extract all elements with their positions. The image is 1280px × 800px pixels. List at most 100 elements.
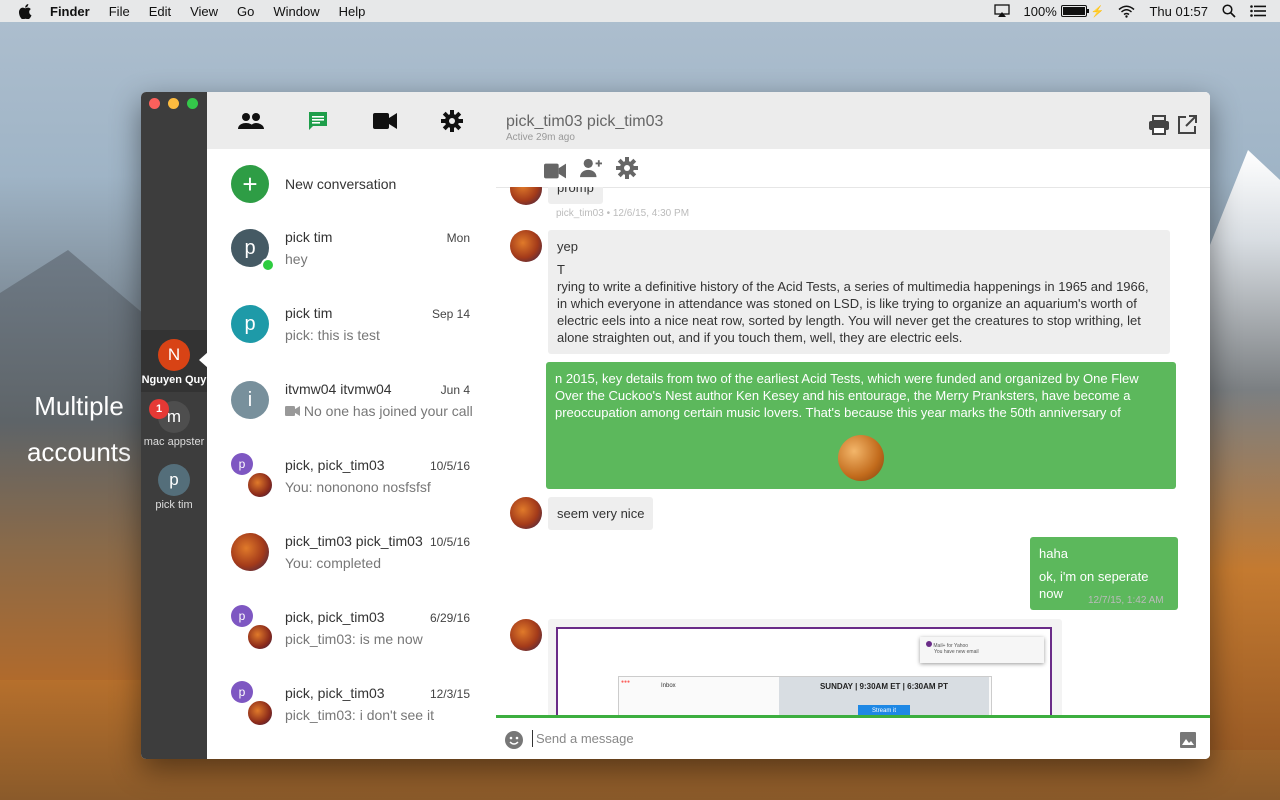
preview-text: No one has joined your call <box>303 403 473 419</box>
avatar-secondary <box>247 472 273 498</box>
menu-view[interactable]: View <box>190 4 218 19</box>
notif-body: You have new email <box>934 649 979 655</box>
sender-avatar <box>510 497 542 529</box>
video-call-icon[interactable] <box>544 160 566 182</box>
screenshot-inbox-label: Inbox <box>661 683 676 689</box>
chat-pane: pick_tim03 pick_tim03 Active 29m ago pro… <box>496 92 1210 759</box>
avatar: p <box>158 464 190 496</box>
conversation-title: pick, pick_tim03 <box>285 457 385 473</box>
conversation-preview: pick_tim03: i don't see it <box>285 707 434 723</box>
add-person-icon[interactable] <box>580 157 602 179</box>
menu-help[interactable]: Help <box>339 4 366 19</box>
battery-status[interactable]: 100% ⚡ <box>1024 4 1105 19</box>
account-name: pick tim <box>155 499 193 511</box>
conversation-title: itvmw04 itvmw04 <box>285 381 392 397</box>
sender-avatar <box>510 187 542 205</box>
new-conversation-label: New conversation <box>285 176 397 192</box>
annotation-line-1: Multiple <box>34 391 124 421</box>
video-camera-icon <box>285 406 300 416</box>
account-nguyen-quy[interactable]: N Nguyen Quy <box>141 330 207 392</box>
spotlight-search-icon[interactable] <box>1222 4 1236 18</box>
message-input[interactable] <box>532 730 1138 747</box>
notification-center-icon[interactable] <box>1250 5 1266 17</box>
new-conversation-button[interactable]: + New conversation <box>207 149 496 219</box>
tab-video-calls[interactable] <box>370 106 400 136</box>
message-list: promp pick_tim03 • 12/6/15, 4:30 PM yep … <box>496 187 1210 715</box>
account-name: Nguyen Quy <box>141 374 207 386</box>
mini-traffic-icon: ●●● <box>621 679 631 685</box>
conversation-preview: You: nononono nosfsfsf <box>285 479 431 495</box>
screenshot-banner: SUNDAY | 9:30AM ET | 6:30AM PT Stream it <box>779 677 989 715</box>
conversation-item[interactable]: pick_tim03 pick_tim03 10/5/16 You: compl… <box>207 523 496 599</box>
screenshot-frame: Mail+ for Yahoo You have new email ●●● I… <box>556 627 1052 715</box>
wifi-icon[interactable] <box>1118 5 1135 18</box>
message-line: rying to write a definitive history of t… <box>557 279 1149 345</box>
airplay-icon[interactable] <box>993 4 1010 18</box>
conversation-title: pick tim <box>285 229 333 245</box>
conversation-date: Jun 4 <box>440 383 470 397</box>
chat-header: pick_tim03 pick_tim03 Active 29m ago <box>496 92 1210 149</box>
menu-go[interactable]: Go <box>237 4 254 19</box>
message-line: T <box>557 262 565 277</box>
app-window: N Nguyen Quy m 1 mac appster p pick tim <box>141 92 1210 759</box>
conversation-title: pick_tim03 pick_tim03 <box>285 533 423 549</box>
avatar <box>231 533 269 571</box>
conversation-item[interactable]: p pick tim Mon hey <box>207 219 496 295</box>
pop-out-icon[interactable] <box>1176 114 1198 136</box>
menu-app-name[interactable]: Finder <box>50 4 90 19</box>
conversation-preview: pick_tim03: is me now <box>285 631 423 647</box>
conversation-preview: You: completed <box>285 555 381 571</box>
minimize-window-button[interactable] <box>168 98 179 109</box>
zoom-window-button[interactable] <box>187 98 198 109</box>
conversation-item[interactable]: p pick tim Sep 14 pick: this is test <box>207 295 496 371</box>
attached-screenshot[interactable]: Mail+ for Yahoo You have new email ●●● I… <box>548 619 1062 715</box>
conversation-item[interactable]: p pick, pick_tim03 6/29/16 pick_tim03: i… <box>207 599 496 675</box>
chat-toolbar <box>496 149 1210 188</box>
conversation-title: pick, pick_tim03 <box>285 609 385 625</box>
close-window-button[interactable] <box>149 98 160 109</box>
account-mac-appster[interactable]: m 1 mac appster <box>141 399 207 457</box>
emoji-icon[interactable] <box>504 730 524 750</box>
menu-window[interactable]: Window <box>273 4 319 19</box>
avatar: p <box>231 681 253 703</box>
apple-icon[interactable] <box>18 3 32 19</box>
chat-icon <box>308 111 327 130</box>
conversation-item[interactable]: p pick, pick_tim03 10/5/16 You: nononono… <box>207 447 496 523</box>
conversation-item[interactable]: p pick, pick_tim03 12/3/15 pick_tim03: i… <box>207 675 496 751</box>
tab-settings[interactable] <box>437 106 467 136</box>
window-controls <box>149 98 198 109</box>
mail-icon <box>926 641 932 647</box>
people-icon <box>237 112 264 129</box>
menu-edit[interactable]: Edit <box>149 4 171 19</box>
conversation-item[interactable]: i itvmw04 itvmw04 Jun 4 No one has joine… <box>207 371 496 447</box>
conversation-preview: pick: this is test <box>285 327 380 343</box>
attached-image-orange[interactable] <box>838 435 884 481</box>
image-attach-icon[interactable] <box>1178 730 1198 750</box>
sender-avatar <box>510 619 542 651</box>
desktop-mountain-right <box>1200 150 1280 750</box>
conversation-settings-icon[interactable] <box>616 157 638 179</box>
avatar-secondary <box>247 624 273 650</box>
avatar: p <box>231 453 253 475</box>
battery-icon <box>1060 5 1089 17</box>
tab-contacts[interactable] <box>236 106 266 136</box>
conversation-title: pick, pick_tim03 <box>285 685 385 701</box>
message-line: yep <box>557 239 578 254</box>
charging-icon: ⚡ <box>1090 5 1105 18</box>
conversation-date: 12/3/15 <box>429 687 470 701</box>
message-bubble: yep T rying to write a definitive histor… <box>548 230 1170 354</box>
conversation-list-pane: + New conversation p pick tim Mon hey p … <box>207 92 562 759</box>
clock[interactable]: Thu 01:57 <box>1149 4 1208 19</box>
tab-messages[interactable] <box>303 106 333 136</box>
menu-file[interactable]: File <box>109 4 130 19</box>
gear-icon <box>441 109 464 132</box>
screenshot-app-window: ●●● Inbox SUNDAY | 9:30AM ET | 6:30AM PT… <box>618 676 992 715</box>
avatar: N <box>158 339 190 371</box>
account-name: mac appster <box>143 436 205 448</box>
conversation-date: 10/5/16 <box>429 459 470 473</box>
conversation-preview: No one has joined your call <box>285 403 473 419</box>
account-pick-tim[interactable]: p pick tim <box>141 461 207 519</box>
print-icon[interactable] <box>1148 114 1170 136</box>
avatar: p <box>231 305 269 343</box>
menu-bar: Finder File Edit View Go Window Help 100… <box>0 0 1280 22</box>
